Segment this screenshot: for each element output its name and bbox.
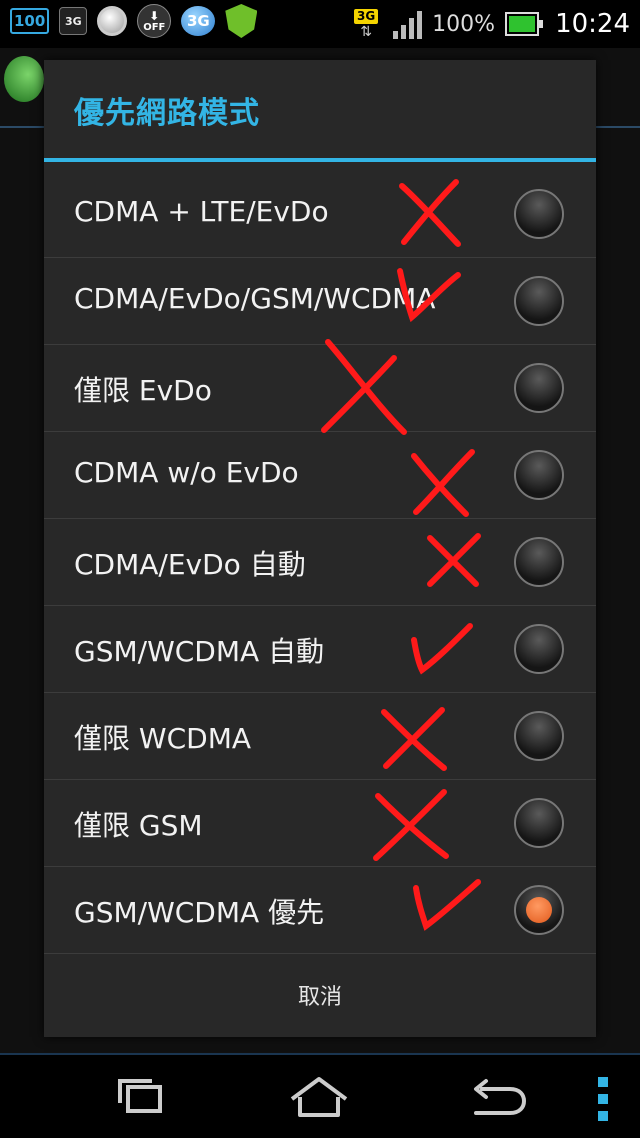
status-bar: 100 3G ⬇ OFF 3G 3G ⇅ 100% 10:24 bbox=[0, 0, 640, 48]
red-x-mark-icon bbox=[370, 786, 454, 864]
option-label: 僅限 WCDMA bbox=[74, 722, 252, 755]
radio-button[interactable] bbox=[514, 537, 564, 587]
red-x-mark-icon bbox=[396, 178, 466, 250]
dialog-title: 優先網路模式 bbox=[74, 96, 260, 131]
radio-button[interactable] bbox=[514, 189, 564, 239]
option-label: GSM/WCDMA 優先 bbox=[74, 896, 325, 929]
option-label: 僅限 EvDo bbox=[74, 374, 212, 407]
radio-button[interactable] bbox=[514, 798, 564, 848]
red-check-mark-icon bbox=[394, 265, 464, 325]
battery-percent: 100% bbox=[432, 11, 496, 37]
data-arrows-icon: ⇅ bbox=[360, 23, 373, 40]
network-mode-option[interactable]: CDMA/EvDo/GSM/WCDMA bbox=[44, 258, 596, 345]
radio-button[interactable] bbox=[514, 363, 564, 413]
title-divider bbox=[44, 158, 596, 162]
network-mode-option[interactable]: 僅限 GSM bbox=[44, 780, 596, 867]
option-label: GSM/WCDMA 自動 bbox=[74, 635, 325, 668]
battery-icon bbox=[505, 12, 544, 36]
radio-button[interactable] bbox=[514, 624, 564, 674]
radio-button-selected[interactable] bbox=[514, 885, 564, 935]
shield-app-icon bbox=[225, 4, 258, 38]
navigation-bar bbox=[0, 1053, 640, 1138]
network-mode-option[interactable]: CDMA + LTE/EvDo bbox=[44, 171, 596, 258]
home-icon[interactable] bbox=[284, 1073, 354, 1123]
network-type-icon: 3G ⇅ bbox=[349, 8, 383, 40]
circle-app-icon bbox=[97, 6, 128, 36]
red-check-mark-icon bbox=[408, 876, 484, 932]
radio-selected-dot bbox=[526, 897, 552, 923]
option-label: CDMA/EvDo 自動 bbox=[74, 548, 306, 581]
clock: 10:24 bbox=[555, 9, 630, 39]
option-label: CDMA + LTE/EvDo bbox=[74, 195, 329, 228]
system-status: 3G ⇅ 100% 10:24 bbox=[349, 4, 630, 44]
red-check-mark-icon bbox=[406, 620, 476, 676]
network-mode-option[interactable]: GSM/WCDMA 自動 bbox=[44, 606, 596, 693]
network-mode-options: CDMA + LTE/EvDo CDMA/EvDo/GSM/WCDMA 僅限 E… bbox=[44, 171, 596, 954]
3g-app-icon: 3G bbox=[181, 6, 216, 36]
radio-button[interactable] bbox=[514, 276, 564, 326]
battery-100-icon: 100 bbox=[10, 8, 50, 34]
preferred-network-mode-dialog: 優先網路模式 CDMA + LTE/EvDo CDMA/EvDo/GSM/WCD… bbox=[44, 60, 596, 1037]
signal-strength-icon bbox=[393, 9, 423, 39]
back-icon[interactable] bbox=[462, 1073, 532, 1123]
option-label: CDMA w/o EvDo bbox=[74, 456, 299, 489]
network-mode-option[interactable]: GSM/WCDMA 優先 bbox=[44, 867, 596, 954]
red-x-mark-icon bbox=[378, 706, 452, 774]
sim-3g-icon: 3G bbox=[59, 7, 88, 35]
recent-apps-icon[interactable] bbox=[108, 1073, 178, 1123]
option-label: 僅限 GSM bbox=[74, 809, 203, 842]
radio-button[interactable] bbox=[514, 711, 564, 761]
download-off-icon: ⬇ OFF bbox=[137, 4, 172, 38]
menu-icon[interactable] bbox=[598, 1077, 610, 1121]
red-x-mark-icon bbox=[408, 446, 478, 520]
red-x-mark-icon bbox=[424, 530, 484, 590]
red-x-mark-icon bbox=[318, 336, 410, 436]
notification-icons: 100 3G ⬇ OFF 3G bbox=[10, 4, 258, 38]
cancel-button[interactable]: 取消 bbox=[44, 953, 596, 1037]
network-mode-option[interactable]: CDMA/EvDo 自動 bbox=[44, 519, 596, 606]
network-mode-option[interactable]: 僅限 WCDMA bbox=[44, 693, 596, 780]
background-app-logo bbox=[4, 56, 44, 102]
radio-button[interactable] bbox=[514, 450, 564, 500]
network-mode-option[interactable]: CDMA w/o EvDo bbox=[44, 432, 596, 519]
option-label: CDMA/EvDo/GSM/WCDMA bbox=[74, 282, 436, 315]
